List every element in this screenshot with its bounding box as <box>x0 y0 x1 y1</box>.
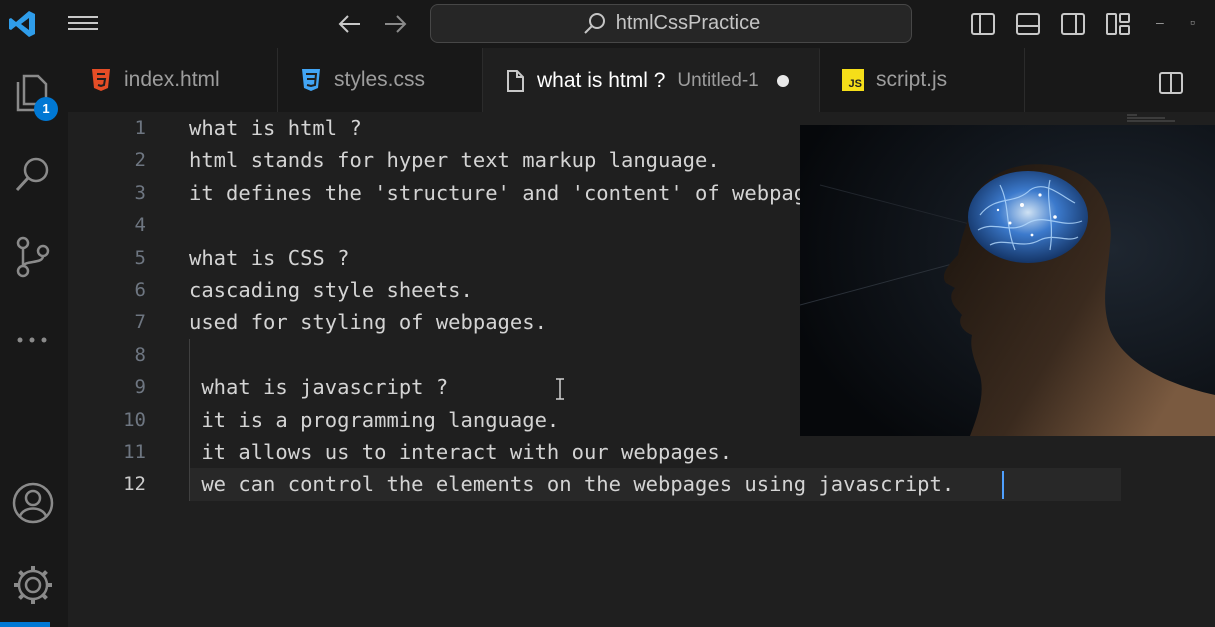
status-indicator <box>0 622 50 627</box>
split-editor-icon[interactable] <box>1158 70 1184 96</box>
code-line[interactable]: used for styling of webpages. <box>189 306 547 338</box>
js-icon: JS <box>842 69 864 91</box>
line-number: 9 <box>134 376 146 399</box>
menu-icon[interactable] <box>68 12 98 36</box>
tab-label: index.html <box>124 68 220 91</box>
line-number: 10 <box>123 408 146 431</box>
line-number: 4 <box>134 214 146 237</box>
code-line[interactable]: html stands for hyper text markup langua… <box>189 144 720 176</box>
customize-layout-icon[interactable] <box>1105 11 1131 37</box>
css3-icon <box>302 69 320 91</box>
code-line[interactable]: what is CSS ? <box>189 242 349 274</box>
code-line[interactable]: it allows us to interact with our webpag… <box>189 436 732 468</box>
tab-label: what is html ? <box>537 69 666 92</box>
vscode-logo-icon[interactable] <box>6 8 38 40</box>
line-number: 5 <box>134 246 146 269</box>
toggle-panel-icon[interactable] <box>1015 11 1041 37</box>
tab-sublabel: Untitled-1 <box>677 70 759 91</box>
more-actions-icon[interactable] <box>1200 70 1215 96</box>
tab-label: script.js <box>876 68 948 91</box>
tab-index-html[interactable]: index.html <box>68 48 278 112</box>
line-number: 2 <box>134 149 146 172</box>
tab-untitled-1[interactable]: what is html ? Untitled-1 <box>483 48 820 112</box>
html5-icon <box>92 69 110 91</box>
line-number: 1 <box>134 117 146 139</box>
restore-icon[interactable]: ▫ <box>1190 14 1195 30</box>
line-number: 3 <box>134 181 146 204</box>
code-line[interactable]: it defines the 'structure' and 'content'… <box>189 177 843 209</box>
text-caret <box>1002 471 1004 499</box>
code-line[interactable]: cascading style sheets. <box>189 274 473 306</box>
line-number: 7 <box>134 311 146 334</box>
search-icon <box>584 12 605 34</box>
settings-gear-icon[interactable] <box>10 562 56 608</box>
editor-tab-bar: index.html styles.css what is html ? Unt… <box>68 48 1215 112</box>
source-control-icon[interactable] <box>10 234 56 280</box>
code-line[interactable]: it is a programming language. <box>189 404 559 436</box>
tab-script-js[interactable]: JS script.js <box>820 48 1025 112</box>
brain-illustration-overlay <box>800 125 1215 436</box>
search-label: htmlCssPractice <box>615 12 761 34</box>
more-views-icon[interactable] <box>10 316 56 362</box>
code-line[interactable]: we can control the elements on the webpa… <box>189 468 954 500</box>
activity-bar: 1 <box>0 48 68 627</box>
account-icon[interactable] <box>10 480 56 526</box>
unsaved-dot-icon[interactable] <box>776 75 789 87</box>
explorer-badge: 1 <box>34 97 58 121</box>
line-number-current: 12 <box>123 473 146 496</box>
tab-styles-css[interactable]: styles.css <box>278 48 483 112</box>
back-arrow-icon[interactable] <box>336 10 364 38</box>
search-icon[interactable] <box>10 152 56 198</box>
line-number: 6 <box>134 279 146 301</box>
line-number: 11 <box>123 441 146 463</box>
code-line[interactable]: what is html ? <box>189 112 362 144</box>
ibeam-cursor-icon <box>556 378 564 400</box>
command-center-search[interactable]: htmlCssPractice <box>430 4 912 43</box>
toggle-secondary-sidebar-icon[interactable] <box>1060 11 1086 37</box>
toggle-primary-sidebar-icon[interactable] <box>970 11 996 37</box>
minimize-icon[interactable]: – <box>1156 14 1164 30</box>
tab-label: styles.css <box>334 68 426 91</box>
forward-arrow-icon[interactable] <box>381 10 409 38</box>
file-icon <box>507 70 524 92</box>
line-number: 8 <box>134 343 146 366</box>
title-bar: htmlCssPractice – ▫ <box>0 0 1215 48</box>
code-line[interactable]: what is javascript ? <box>189 371 448 403</box>
